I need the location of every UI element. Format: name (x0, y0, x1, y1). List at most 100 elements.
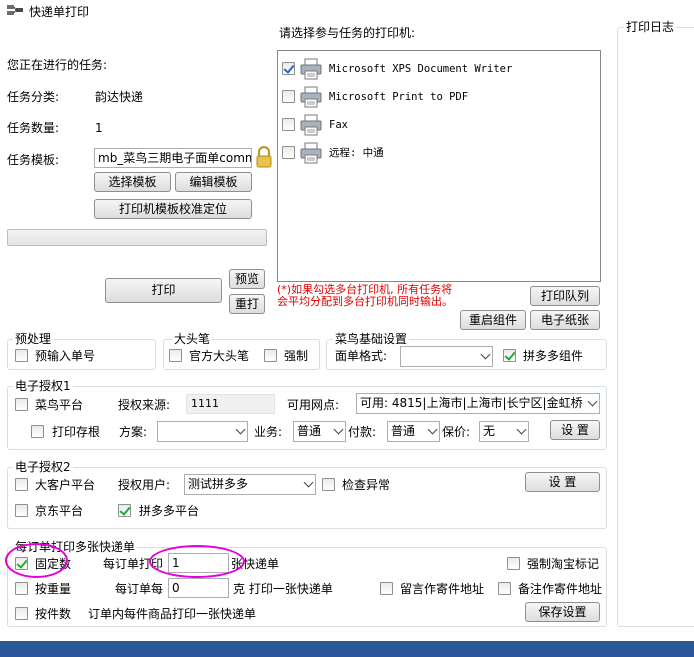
service-select[interactable]: 普通 (293, 421, 346, 442)
printer-row[interactable]: Microsoft XPS Document Writer (280, 57, 580, 81)
chevron-down-icon (480, 349, 491, 360)
auth2-settings-button[interactable]: 设 置 (525, 472, 600, 492)
site-select[interactable]: 可用: 4815|上海市|上海市|长宁区|金虹桥 (356, 393, 600, 414)
task-count-label: 任务数量: (7, 121, 60, 135)
chevron-down-icon (333, 424, 344, 435)
print-queue-button[interactable]: 打印队列 (530, 286, 600, 306)
auth1-settings-button[interactable]: 设 置 (550, 420, 600, 440)
printer-checkbox[interactable] (282, 146, 295, 159)
force-marker-label: 强制 (284, 349, 309, 363)
printer-name: Microsoft XPS Document Writer (329, 63, 513, 75)
format-select[interactable] (400, 346, 493, 367)
reprint-button[interactable]: 重打 (229, 294, 265, 314)
pay-select[interactable]: 普通 (387, 421, 440, 442)
cainiao-platform-checkbox[interactable] (15, 398, 28, 411)
site-select-value: 可用: 4815|上海市|上海市|长宁区|金虹桥 (360, 396, 583, 410)
printer-icon (300, 142, 322, 164)
printers-heading: 请选择参与任务的打印机: (279, 26, 416, 40)
printer-row[interactable]: Microsoft Print to PDF (280, 85, 580, 109)
print-stock-checkbox[interactable] (31, 425, 44, 438)
save-settings-button[interactable]: 保存设置 (525, 602, 600, 622)
by-item-desc: 订单内每件商品打印一张快递单 (88, 607, 257, 621)
by-item-checkbox[interactable] (15, 607, 28, 620)
lock-icon[interactable] (255, 145, 273, 168)
insure-select-value: 无 (483, 424, 496, 438)
marker-title: 大头笔 (172, 332, 213, 346)
chevron-down-icon (587, 396, 598, 407)
edit-template-button[interactable]: 编辑模板 (175, 172, 252, 192)
official-marker-label: 官方大头笔 (189, 349, 250, 363)
e-sheet-button[interactable]: 电子纸张 (530, 310, 600, 330)
service-label: 业务: (254, 425, 283, 439)
weight-unit: 克 打印一张快递单 (233, 582, 333, 596)
printer-icon (300, 114, 322, 136)
print-log-panel (617, 27, 694, 627)
template-field[interactable]: mb_菜鸟三期电子面单comm1 (94, 148, 252, 168)
printer-checkbox[interactable] (282, 90, 295, 103)
printer-row[interactable]: Fax (280, 113, 580, 137)
weight-input[interactable]: 0 (168, 578, 229, 598)
insure-select[interactable]: 无 (479, 421, 529, 442)
calibrate-button[interactable]: 打印机模板校准定位 (94, 199, 252, 219)
printer-icon (300, 86, 322, 108)
note-as-sender-checkbox[interactable] (498, 582, 511, 595)
print-stock-label: 打印存根 (52, 425, 101, 439)
auth-user-label: 授权用户: (118, 478, 171, 492)
printer-checkbox[interactable] (282, 62, 295, 75)
task-template-label: 任务模板: (7, 153, 60, 167)
preprocess-title: 预处理 (13, 332, 54, 346)
auth2-title: 电子授权2 (13, 460, 73, 474)
force-taobao-checkbox[interactable] (507, 557, 520, 570)
chevron-down-icon (303, 477, 314, 488)
task-count-value: 1 (95, 121, 103, 135)
printer-name: Fax (329, 119, 348, 131)
check-error-label: 检查异常 (342, 478, 391, 492)
by-weight-checkbox[interactable] (15, 582, 28, 595)
by-weight-label: 按重量 (35, 582, 72, 596)
check-error-checkbox[interactable] (322, 478, 335, 491)
printer-checkbox[interactable] (282, 118, 295, 131)
service-select-value: 普通 (297, 424, 322, 438)
highlight-ellipse-input (149, 545, 245, 578)
pay-label: 付款: (348, 425, 377, 439)
printer-list[interactable]: Microsoft XPS Document Writer Microsoft P… (277, 50, 601, 282)
force-marker-checkbox[interactable] (264, 349, 277, 362)
preview-button[interactable]: 预览 (229, 269, 265, 289)
source-value-text: 1111 (191, 397, 219, 410)
insure-label: 保价: (442, 425, 471, 439)
print-button[interactable]: 打印 (105, 278, 222, 303)
pre-input-label: 预输入单号 (35, 349, 96, 363)
cainiao-title: 菜鸟基础设置 (333, 332, 410, 346)
source-label: 授权来源: (118, 398, 171, 412)
plan-select[interactable] (157, 421, 248, 442)
auth-user-select-value: 测试拼多多 (188, 477, 249, 491)
taskbar-strip (0, 641, 694, 657)
pdd-platform-label: 拼多多平台 (139, 504, 200, 518)
auth1-title: 电子授权1 (13, 379, 73, 393)
progress-bar (7, 229, 267, 246)
weight-value: 0 (172, 581, 180, 595)
jd-platform-label: 京东平台 (35, 504, 84, 518)
source-value: 1111 (186, 394, 275, 414)
jd-platform-checkbox[interactable] (15, 504, 28, 517)
big-customer-label: 大客户平台 (35, 478, 96, 492)
big-customer-checkbox[interactable] (15, 478, 28, 491)
printer-row[interactable]: 远程: 中通 (280, 141, 580, 165)
plan-label: 方案: (119, 425, 148, 439)
msg-as-sender-checkbox[interactable] (380, 582, 393, 595)
printer-icon (300, 58, 322, 80)
auth-user-select[interactable]: 测试拼多多 (184, 474, 316, 495)
restart-component-button[interactable]: 重启组件 (460, 310, 526, 330)
chevron-down-icon (235, 424, 246, 435)
select-template-button[interactable]: 选择模板 (94, 172, 171, 192)
official-marker-checkbox[interactable] (169, 349, 182, 362)
msg-as-sender-label: 留言作寄件地址 (400, 582, 485, 596)
pdd-platform-checkbox[interactable] (118, 504, 131, 517)
note-as-sender-label: 备注作寄件地址 (518, 582, 603, 596)
by-item-label: 按件数 (35, 607, 72, 621)
task-category-label: 任务分类: (7, 90, 60, 104)
printer-name: Microsoft Print to PDF (329, 91, 469, 103)
pre-input-checkbox[interactable] (15, 349, 28, 362)
printer-note: (*)如果勾选多台打印机, 所有任务将会平均分配到多台打印机同时输出。 (277, 283, 453, 308)
pdd-component-checkbox[interactable] (503, 349, 516, 362)
